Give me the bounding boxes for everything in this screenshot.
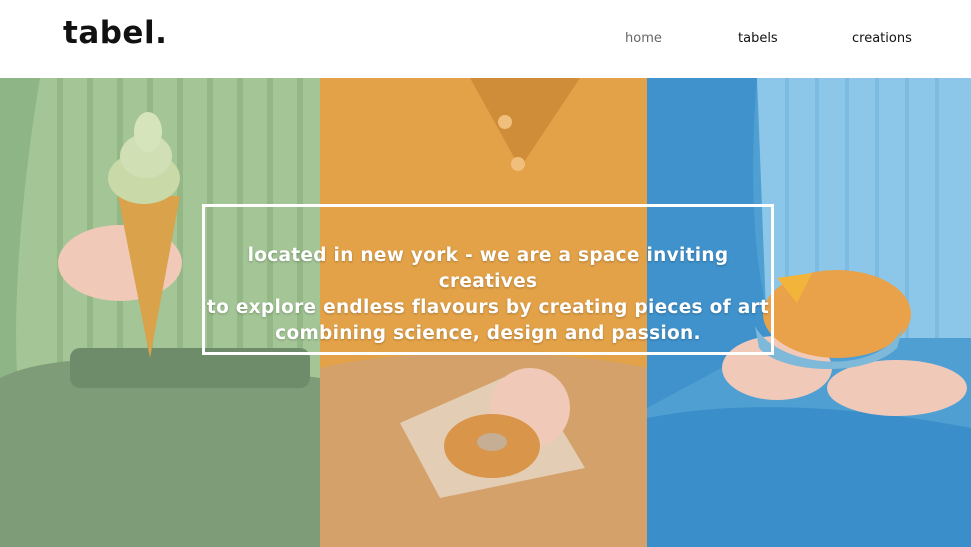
hero-caption: located in new york - we are a space inv… [205, 243, 771, 347]
nav-home[interactable]: home [625, 32, 662, 45]
nav-tabels[interactable]: tabels [738, 32, 778, 45]
caption-line-2: to explore endless flavours by creating … [206, 297, 770, 318]
logo[interactable]: tabel. [63, 18, 167, 49]
nav-creations[interactable]: creations [852, 32, 912, 45]
caption-line-1: located in new york - we are a space inv… [247, 245, 729, 292]
hero: located in new york - we are a space inv… [0, 78, 971, 547]
site-header: tabel. home tabels creations [0, 0, 971, 78]
caption-line-3: combining science, design and passion. [275, 323, 701, 344]
